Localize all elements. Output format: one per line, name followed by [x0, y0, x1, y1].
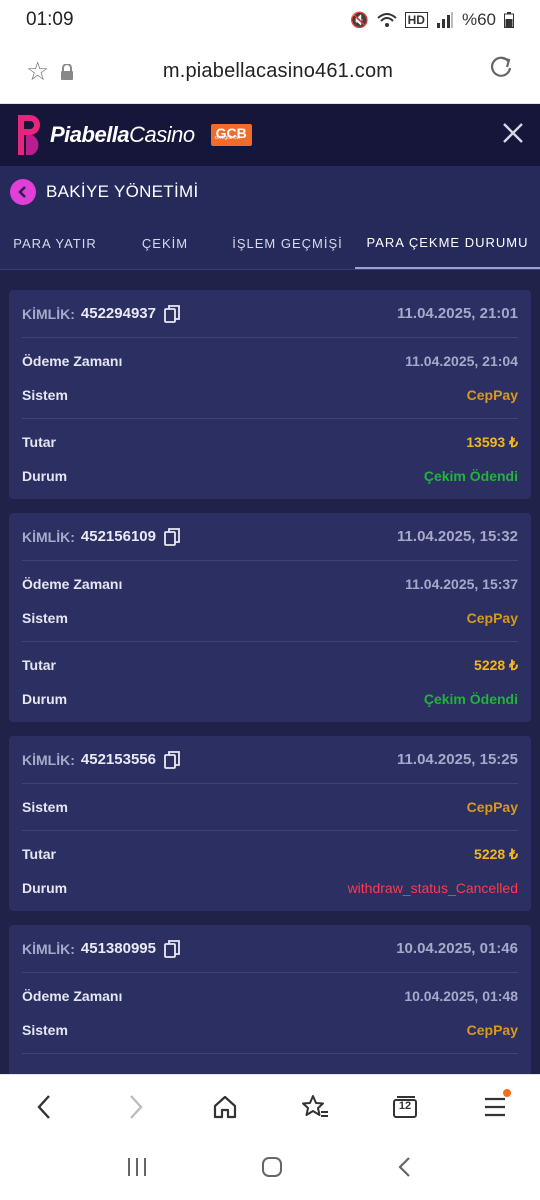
- system-home-icon[interactable]: [260, 1155, 284, 1184]
- wifi-icon: [376, 13, 397, 27]
- system-label: Sistem: [22, 799, 68, 815]
- piabella-logo-icon[interactable]: [16, 111, 46, 159]
- tab-withdraw[interactable]: ÇEKİM: [110, 218, 220, 269]
- amount-value: 13593 ₺: [466, 433, 518, 450]
- battery-percent: %60: [461, 10, 496, 29]
- copy-icon[interactable]: [164, 939, 180, 958]
- home-icon[interactable]: [205, 1087, 245, 1127]
- balance-management-header: BAKİYE YÖNETİMİ: [0, 166, 540, 218]
- transaction-id: 452153556: [80, 751, 156, 768]
- status-bar: 01:09 🔇 HD %60: [0, 0, 540, 40]
- payment-time-value: 11.04.2025, 15:37: [405, 576, 518, 592]
- request-date: 11.04.2025, 15:32: [397, 528, 518, 545]
- tab-count: 12: [398, 1099, 412, 1112]
- browser-bottom-bar: 12: [0, 1074, 540, 1138]
- tab-deposit[interactable]: PARA YATIR: [0, 218, 110, 269]
- amount-value: 5228 ₺: [474, 845, 518, 862]
- back-button[interactable]: [10, 179, 36, 205]
- system-label: Sistem: [22, 387, 68, 403]
- copy-icon[interactable]: [164, 750, 180, 769]
- status-label: Durum: [22, 468, 68, 484]
- request-date: 11.04.2025, 15:25: [397, 751, 518, 768]
- payment-time-label: Ödeme Zamanı: [22, 576, 123, 592]
- withdrawal-list[interactable]: KİMLİK: 452294937 11.04.2025, 21:01 Ödem…: [0, 270, 540, 1074]
- system-back-icon[interactable]: [396, 1156, 414, 1183]
- reload-icon[interactable]: [484, 55, 514, 88]
- hd-voice-icon: HD: [404, 12, 428, 28]
- status-label: Durum: [22, 691, 68, 707]
- system-navigation-bar: [0, 1138, 540, 1200]
- browser-url-bar: ☆ m.piabellacasino461.com: [0, 40, 540, 104]
- status-time: 01:09: [26, 9, 74, 30]
- system-value: CepPay: [466, 1022, 518, 1038]
- lock-icon[interactable]: [60, 63, 90, 80]
- status-icons: 🔇 HD %60: [350, 10, 514, 30]
- notification-dot: [503, 1088, 511, 1097]
- transaction-id: 452156109: [80, 528, 156, 545]
- system-value: CepPay: [466, 387, 518, 403]
- section-title: BAKİYE YÖNETİMİ: [46, 182, 199, 201]
- transaction-id: 452294937: [80, 305, 156, 322]
- withdrawal-card: KİMLİK: 452294937 11.04.2025, 21:01 Ödem…: [9, 290, 531, 499]
- payment-time-label: Ödeme Zamanı: [22, 353, 123, 369]
- payment-time-value: 10.04.2025, 01:48: [404, 988, 518, 1004]
- status-value: Çekim Ödendi: [423, 691, 518, 707]
- tab-withdrawal-status[interactable]: PARA ÇEKME DURUMU: [355, 218, 540, 269]
- amount-label: Tutar: [22, 434, 56, 450]
- balance-tabs: PARA YATIR ÇEKİM İŞLEM GEÇMİŞİ PARA ÇEKM…: [0, 218, 540, 270]
- withdrawal-card: KİMLİK: 452153556 11.04.2025, 15:25 Sist…: [9, 736, 531, 911]
- withdrawal-card: KİMLİK: 452156109 11.04.2025, 15:32 Ödem…: [9, 513, 531, 722]
- system-value: CepPay: [466, 799, 518, 815]
- gcb-license-badge[interactable]: GCB cert.gcb.cw: [210, 124, 252, 146]
- site-logo-text[interactable]: PiabellaCasino: [50, 122, 195, 148]
- amount-label: Tutar: [22, 846, 56, 862]
- tabs-icon[interactable]: 12: [385, 1087, 425, 1127]
- id-label: KİMLİK:: [22, 751, 75, 768]
- menu-icon[interactable]: [475, 1087, 515, 1127]
- status-value: withdraw_status_Cancelled: [347, 880, 518, 896]
- system-value: CepPay: [466, 610, 518, 626]
- request-date: 10.04.2025, 01:46: [396, 940, 518, 957]
- forward-nav-button[interactable]: [115, 1087, 155, 1127]
- bookmark-star-icon[interactable]: ☆: [26, 56, 60, 87]
- signal-icon: [436, 12, 453, 28]
- system-label: Sistem: [22, 610, 68, 626]
- copy-icon[interactable]: [164, 527, 180, 546]
- amount-label: Tutar: [22, 657, 56, 673]
- recent-apps-icon[interactable]: [126, 1157, 148, 1182]
- id-label: KİMLİK:: [22, 305, 75, 322]
- tab-transaction-history[interactable]: İŞLEM GEÇMİŞİ: [220, 218, 355, 269]
- payment-time-value: 11.04.2025, 21:04: [405, 353, 518, 369]
- back-nav-button[interactable]: [25, 1087, 65, 1127]
- amount-value: 5228 ₺: [474, 656, 518, 673]
- withdrawal-card: KİMLİK: 451380995 10.04.2025, 01:46 Ödem…: [9, 925, 531, 1074]
- status-label: Durum: [22, 880, 68, 896]
- id-label: KİMLİK:: [22, 940, 75, 957]
- battery-icon: [504, 12, 514, 28]
- payment-time-label: Ödeme Zamanı: [22, 988, 123, 1004]
- transaction-id: 451380995: [80, 940, 156, 957]
- close-button[interactable]: [502, 120, 524, 150]
- mute-icon: 🔇: [349, 12, 369, 29]
- status-value: Çekim Ödendi: [423, 468, 518, 484]
- id-label: KİMLİK:: [22, 528, 75, 545]
- copy-icon[interactable]: [164, 304, 180, 323]
- request-date: 11.04.2025, 21:01: [397, 305, 518, 322]
- site-header: PiabellaCasino GCB cert.gcb.cw: [0, 104, 540, 166]
- bookmarks-icon[interactable]: [295, 1087, 335, 1127]
- url-text[interactable]: m.piabellacasino461.com: [90, 60, 484, 83]
- system-label: Sistem: [22, 1022, 68, 1038]
